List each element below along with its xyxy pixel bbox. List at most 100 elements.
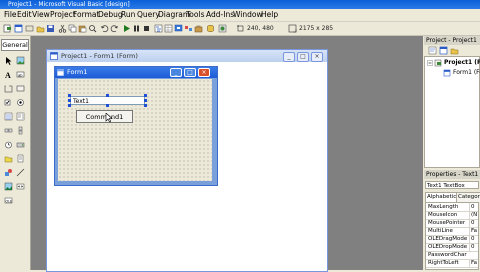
paste-icon[interactable] [78,24,87,33]
menu-file[interactable]: File [4,10,17,20]
form1-window[interactable]: Form1 _ □ × Text1 Command1 [54,66,218,186]
right-pane: Project - Project1 Project1 (Pro Form1 (… [424,36,480,270]
menu-bar: File Edit View Project Format Debug Run … [0,9,480,22]
project-explorer-tree: Project1 (Pro Form1 (Fo [424,56,480,168]
property-row[interactable]: RightToLeft Fa [426,259,478,268]
add-form-icon[interactable] [14,24,23,33]
undo-icon[interactable] [100,24,109,33]
optionbutton-icon[interactable] [16,98,25,107]
form1-close-button[interactable]: × [198,68,210,77]
line-icon[interactable] [16,168,25,177]
save-icon[interactable] [46,24,55,33]
maximize-button[interactable]: □ [297,52,309,62]
expand-icon[interactable] [427,60,433,66]
close-button[interactable]: × [311,52,323,62]
form-layout-icon[interactable] [174,24,183,33]
toolbox-tab-general[interactable]: General [1,39,29,51]
filelistbox-icon[interactable] [16,154,25,163]
resize-handle[interactable] [144,104,147,107]
form1-design-surface[interactable]: Text1 Command1 [58,79,212,181]
vscrollbar-icon[interactable] [16,126,25,135]
resize-handle[interactable] [68,104,71,107]
break-icon[interactable] [132,24,141,33]
form1-maximize-button[interactable]: □ [184,68,196,77]
properties-object-select[interactable]: Text1 TextBox [425,181,479,189]
resize-handle[interactable] [68,99,71,102]
cut-icon[interactable] [58,24,67,33]
form1-titlebar[interactable]: Form1 _ □ × [55,67,217,78]
view-object-icon[interactable] [439,46,448,55]
start-icon[interactable] [122,24,131,33]
combobox-icon[interactable] [4,112,13,121]
add-project-icon[interactable] [3,24,12,33]
project-explorer-icon[interactable] [154,24,163,33]
menu-format[interactable]: Format [73,10,99,20]
data-control-icon[interactable] [16,182,25,191]
shape-icon[interactable] [4,168,13,177]
mouse-cursor-icon [105,113,113,123]
object-browser-icon[interactable] [184,24,193,33]
menu-help[interactable]: Help [261,10,278,20]
data-view-icon[interactable] [206,24,215,33]
menu-query[interactable]: Query [137,10,160,20]
minimize-button[interactable]: _ [283,52,295,62]
visual-component-manager-icon[interactable] [218,24,227,33]
pointer-icon[interactable] [4,56,13,65]
copy-icon[interactable] [68,24,77,33]
menu-addins[interactable]: Add-Ins [206,10,234,20]
ole-icon[interactable]: OLE [4,196,13,205]
form-window-icon [50,52,58,60]
project-window-title: Project1 - Form1 (Form) [61,52,138,60]
toolbox-icon[interactable] [194,24,203,33]
toolbar: 240, 480 2175 x 285 [0,22,480,36]
project-explorer-title: Project - Project1 [424,36,480,45]
svg-text:A: A [5,71,11,79]
resize-handle[interactable] [144,99,147,102]
form-icon [57,69,64,76]
dirlistbox-icon[interactable] [4,154,13,163]
toggle-folders-icon[interactable] [450,46,459,55]
form1-title: Form1 [67,68,88,76]
timer-icon[interactable] [4,140,13,149]
menu-project[interactable]: Project [50,10,76,20]
listbox-icon[interactable] [16,112,25,121]
tree-form-node[interactable]: Form1 (Fo [453,69,480,77]
form1-minimize-button[interactable]: _ [170,68,182,77]
toolbox: General A ab OLE [0,36,31,270]
properties-window-icon[interactable] [164,24,173,33]
drivelistbox-icon[interactable] [16,140,25,149]
open-project-icon[interactable] [36,24,45,33]
form-node-icon [443,69,451,77]
menu-tools[interactable]: Tools [186,10,204,20]
find-icon[interactable] [88,24,97,33]
size-icon [288,24,297,33]
svg-text:ab: ab [18,72,23,77]
tab-alphabetic[interactable]: Alphabetic [425,192,459,202]
picturebox-icon[interactable] [16,56,25,65]
position-icon [237,25,244,32]
end-icon[interactable] [142,24,151,33]
resize-handle[interactable] [106,104,109,107]
menu-window[interactable]: Window [233,10,263,20]
menu-edit[interactable]: Edit [17,10,32,20]
resize-handle[interactable] [68,94,71,97]
redo-icon[interactable] [110,24,119,33]
project-window-titlebar[interactable]: Project1 - Form1 (Form) _ □ × [47,50,327,62]
properties-tabs: Alphabetic Categorized [425,192,480,202]
label-icon[interactable]: A [4,70,13,79]
textbox-icon[interactable]: ab [16,70,25,79]
tree-project-node[interactable]: Project1 (Pro [444,59,480,67]
menu-view[interactable]: View [32,10,50,20]
hscrollbar-icon[interactable] [4,126,13,135]
image-icon[interactable] [4,182,13,191]
menu-debug[interactable]: Debug [98,10,123,20]
view-code-icon[interactable] [428,46,437,55]
commandbutton-icon[interactable] [16,84,25,93]
resize-handle[interactable] [106,94,109,97]
resize-handle[interactable] [144,94,147,97]
frame-icon[interactable] [4,84,13,93]
tab-categorized[interactable]: Categorized [456,192,480,202]
checkbox-icon[interactable] [4,98,13,107]
menu-run[interactable]: Run [121,10,135,20]
menu-editor-icon[interactable] [25,24,34,33]
